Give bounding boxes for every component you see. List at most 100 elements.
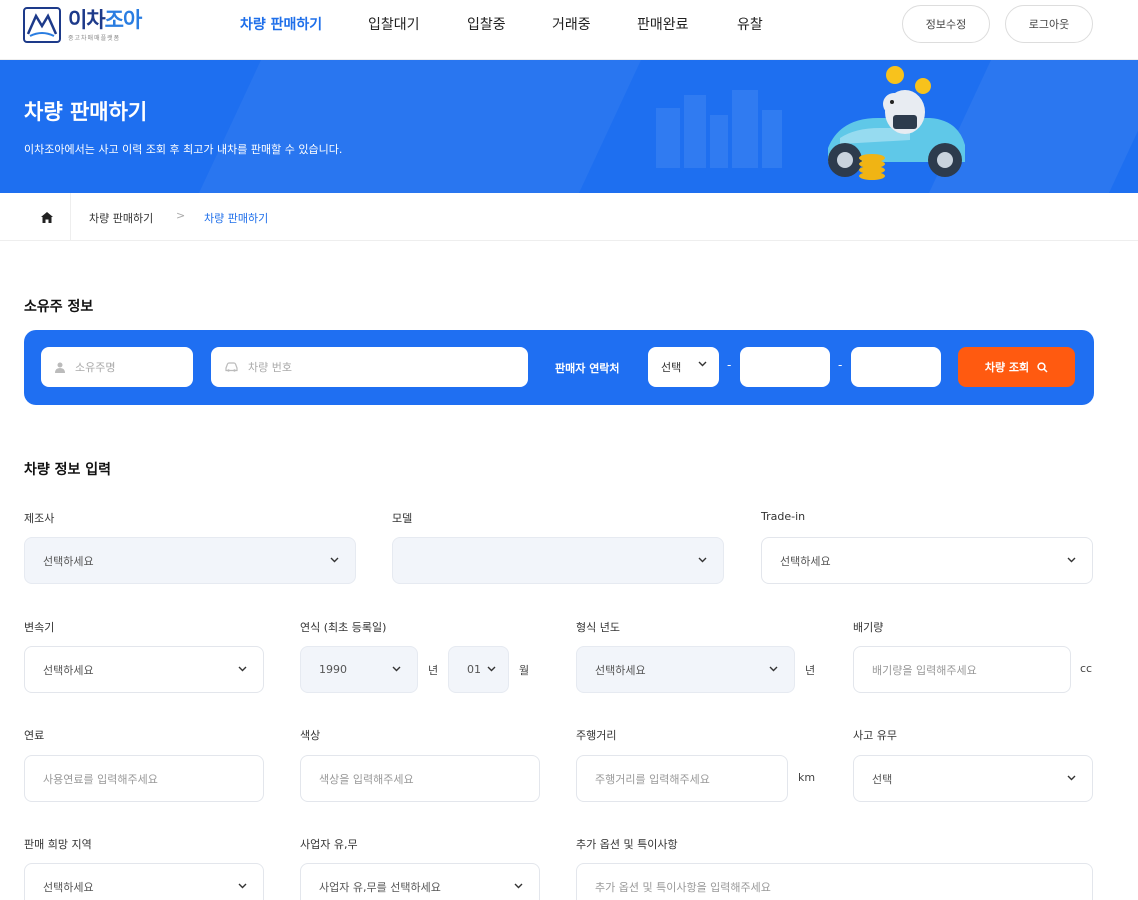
top-header: 이차조아 중고차매매플랫폼 차량 판매하기 입찰대기 입찰중 거래중 판매완료 … — [0, 0, 1138, 60]
phone-middle-input[interactable] — [740, 347, 830, 387]
nav-item-bidding[interactable]: 입찰중 — [467, 14, 506, 34]
model-year-label: 형식 년도 — [576, 621, 620, 634]
user-icon — [55, 362, 65, 373]
car-number-input[interactable]: 차량 번호 — [211, 347, 528, 387]
chevron-down-icon — [487, 666, 496, 672]
owner-name-placeholder: 소유주명 — [75, 361, 116, 374]
chevron-down-icon — [769, 666, 778, 672]
logo-text-a: 이차 — [68, 7, 106, 32]
model-label: 모델 — [392, 512, 413, 525]
car-search-button[interactable]: 차량 조회 — [958, 347, 1075, 387]
breadcrumb: 차량 판매하기 > 차량 판매하기 — [0, 193, 1138, 241]
trade-in-value: 선택하세요 — [780, 554, 831, 568]
displacement-unit: cc — [1080, 662, 1093, 675]
breadcrumb-separator: > — [176, 209, 186, 222]
logo-car-icon — [23, 7, 61, 43]
year-unit: 년 — [428, 664, 439, 677]
vehicle-section-title: 차량 정보 입력 — [24, 462, 112, 478]
model-year-select[interactable]: 선택하세요 — [576, 646, 795, 693]
options-input[interactable]: 추가 옵션 및 특이사항을 입력해주세요 — [576, 863, 1093, 900]
phone-separator-2: - — [838, 358, 843, 372]
nav-item-sell-car[interactable]: 차량 판매하기 — [240, 14, 322, 34]
mileage-input[interactable]: 주행거리를 입력해주세요 — [576, 755, 788, 802]
owner-info-bar: 소유주명 차량 번호 판매자 연락처 선택 - - 차량 조회 — [24, 330, 1094, 405]
manufacturer-label: 제조사 — [24, 512, 55, 525]
trade-in-select[interactable]: 선택하세요 — [761, 537, 1093, 584]
color-label: 색상 — [300, 729, 321, 742]
year-value: 1990 — [319, 663, 347, 676]
logo-subtitle: 중고차매매플랫폼 — [68, 34, 121, 42]
region-label: 판매 희망 지역 — [24, 838, 92, 851]
chevron-down-icon — [238, 883, 247, 889]
mileage-placeholder: 주행거리를 입력해주세요 — [595, 772, 710, 786]
nav-item-in-trade[interactable]: 거래중 — [552, 14, 591, 34]
model-select[interactable] — [392, 537, 724, 584]
nav-item-unsold[interactable]: 유찰 — [737, 14, 763, 34]
phone-separator-1: - — [727, 358, 732, 372]
chevron-down-icon — [698, 361, 707, 367]
seller-contact-label: 판매자 연락처 — [555, 362, 620, 375]
year-label: 연식 (최초 등록일) — [300, 621, 387, 634]
nav-item-sold[interactable]: 판매완료 — [637, 14, 689, 34]
transmission-label: 변속기 — [24, 621, 55, 634]
chevron-down-icon — [330, 557, 339, 563]
region-select[interactable]: 선택하세요 — [24, 863, 264, 900]
car-mascot-illustration — [656, 66, 965, 180]
month-value: 01 — [467, 663, 481, 676]
displacement-label: 배기량 — [853, 621, 884, 634]
breadcrumb-level-2[interactable]: 차량 판매하기 — [204, 210, 268, 226]
business-value: 사업자 유,무를 선택하세요 — [319, 880, 441, 894]
accident-select[interactable]: 선택 — [853, 755, 1093, 802]
phone-last-input[interactable] — [851, 347, 941, 387]
transmission-select[interactable]: 선택하세요 — [24, 646, 264, 693]
displacement-placeholder: 배기량을 입력해주세요 — [872, 663, 977, 677]
model-year-unit: 년 — [805, 664, 816, 677]
banner-subtitle: 이차조아에서는 사고 이력 조회 후 최고가 내차를 판매할 수 있습니다. — [24, 143, 343, 156]
business-label: 사업자 유,무 — [300, 838, 358, 851]
month-select[interactable]: 01 — [448, 646, 509, 693]
car-search-label: 차량 조회 — [984, 361, 1030, 374]
chevron-down-icon — [514, 883, 523, 889]
options-placeholder: 추가 옵션 및 특이사항을 입력해주세요 — [595, 880, 771, 894]
manufacturer-select[interactable]: 선택하세요 — [24, 537, 356, 584]
search-icon — [1037, 361, 1048, 373]
logout-button[interactable]: 로그아웃 — [1005, 5, 1093, 43]
model-year-value: 선택하세요 — [595, 663, 646, 677]
business-select[interactable]: 사업자 유,무를 선택하세요 — [300, 863, 540, 900]
home-icon[interactable] — [24, 193, 71, 241]
site-logo[interactable]: 이차조아 중고차매매플랫폼 — [22, 6, 143, 44]
edit-profile-button[interactable]: 정보수정 — [902, 5, 990, 43]
fuel-label: 연료 — [24, 729, 45, 742]
fuel-placeholder: 사용연료를 입력해주세요 — [43, 772, 158, 786]
color-placeholder: 색상을 입력해주세요 — [319, 772, 414, 786]
car-icon — [225, 362, 238, 372]
chevron-down-icon — [698, 557, 707, 563]
year-select[interactable]: 1990 — [300, 646, 418, 693]
manufacturer-value: 선택하세요 — [43, 554, 94, 568]
accident-label: 사고 유무 — [853, 729, 897, 742]
breadcrumb-level-1[interactable]: 차량 판매하기 — [89, 210, 153, 226]
region-value: 선택하세요 — [43, 880, 94, 894]
phone-prefix-value: 선택 — [661, 361, 682, 374]
transmission-value: 선택하세요 — [43, 663, 94, 677]
banner-title: 차량 판매하기 — [24, 100, 148, 124]
phone-prefix-select[interactable]: 선택 — [648, 347, 719, 387]
logo-text-b: 조아 — [104, 7, 143, 32]
page-banner: 차량 판매하기 이차조아에서는 사고 이력 조회 후 최고가 내차를 판매할 수… — [0, 60, 1138, 193]
chevron-down-icon — [1067, 557, 1076, 563]
month-unit: 월 — [519, 664, 530, 677]
chevron-down-icon — [238, 666, 247, 672]
chevron-down-icon — [1067, 775, 1076, 781]
fuel-input[interactable]: 사용연료를 입력해주세요 — [24, 755, 264, 802]
mileage-unit: km — [798, 771, 816, 784]
trade-in-label: Trade-in — [761, 510, 806, 523]
options-label: 추가 옵션 및 특이사항 — [576, 838, 678, 851]
displacement-input[interactable]: 배기량을 입력해주세요 — [853, 646, 1071, 693]
owner-section-title: 소유주 정보 — [24, 299, 94, 315]
car-number-placeholder: 차량 번호 — [248, 361, 292, 374]
color-input[interactable]: 색상을 입력해주세요 — [300, 755, 540, 802]
chevron-down-icon — [392, 666, 401, 672]
owner-name-input[interactable]: 소유주명 — [41, 347, 193, 387]
accident-value: 선택 — [872, 772, 893, 786]
nav-item-bid-waiting[interactable]: 입찰대기 — [368, 14, 420, 34]
